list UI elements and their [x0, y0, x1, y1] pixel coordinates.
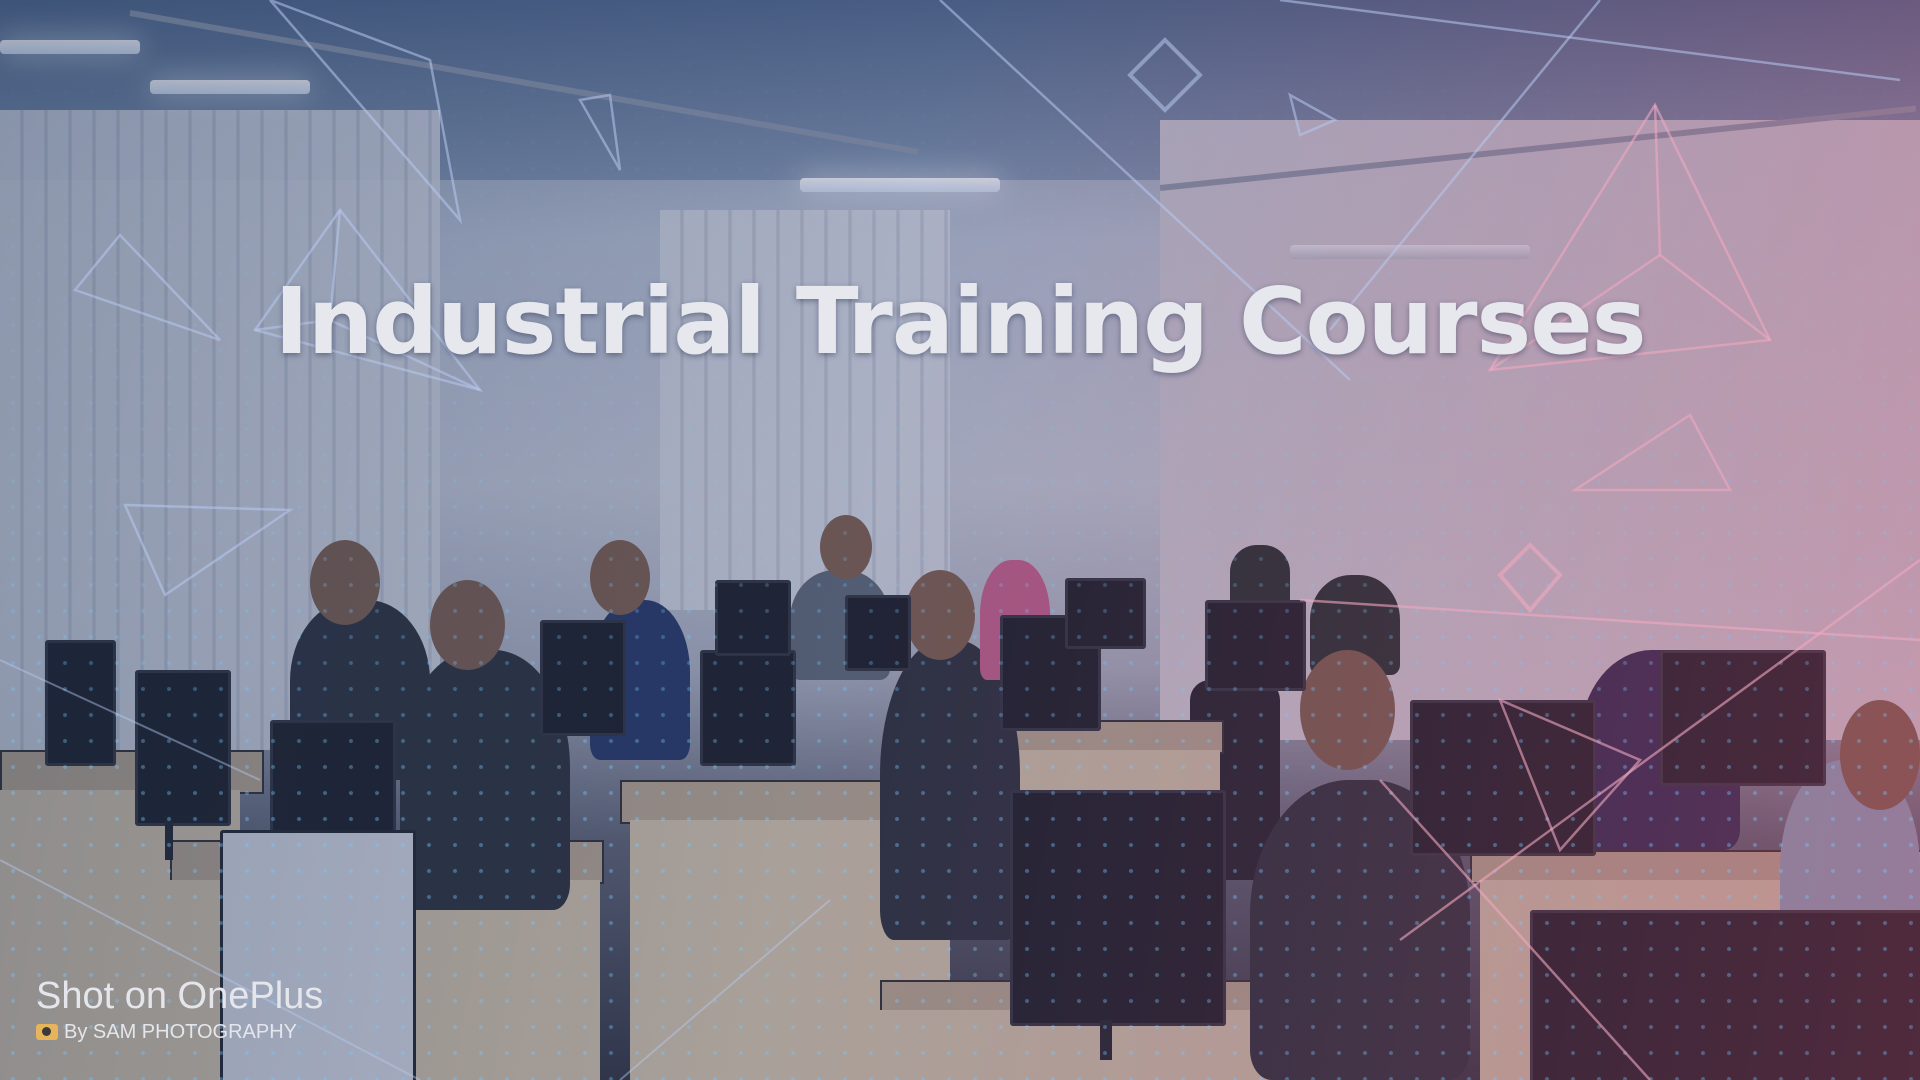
network-line — [0, 859, 421, 1080]
triangle-shape — [578, 93, 622, 171]
network-line — [1299, 598, 1920, 642]
pyramid-inner-line — [1653, 104, 1662, 256]
network-line — [0, 659, 261, 781]
geometric-shapes-overlay — [0, 0, 1920, 1080]
triangle-outline-shape — [1497, 697, 1643, 853]
network-line — [1399, 558, 1920, 942]
watermark-credit: By SAM PHOTOGRAPHY — [36, 1018, 323, 1046]
camera-icon — [36, 1024, 58, 1040]
network-line — [619, 899, 831, 1080]
triangle-outline-shape — [1570, 413, 1733, 492]
diamond-shape — [1127, 37, 1203, 113]
triangle-shape — [1288, 92, 1338, 137]
network-line — [1379, 779, 1651, 1080]
watermark-device-text: Shot on OnePlus — [36, 975, 324, 1017]
banner-title: Industrial Training Courses — [274, 268, 1647, 375]
watermark-credit-text: By SAM PHOTOGRAPHY — [64, 1021, 298, 1043]
diamond-shape — [1497, 542, 1563, 614]
photo-watermark: Shot on OnePlus By SAM PHOTOGRAPHY — [36, 974, 323, 1046]
training-banner: Industrial Training Courses Shot on OneP… — [0, 0, 1920, 1080]
triangle-shape — [269, 0, 463, 225]
triangle-outline-shape — [123, 503, 294, 597]
